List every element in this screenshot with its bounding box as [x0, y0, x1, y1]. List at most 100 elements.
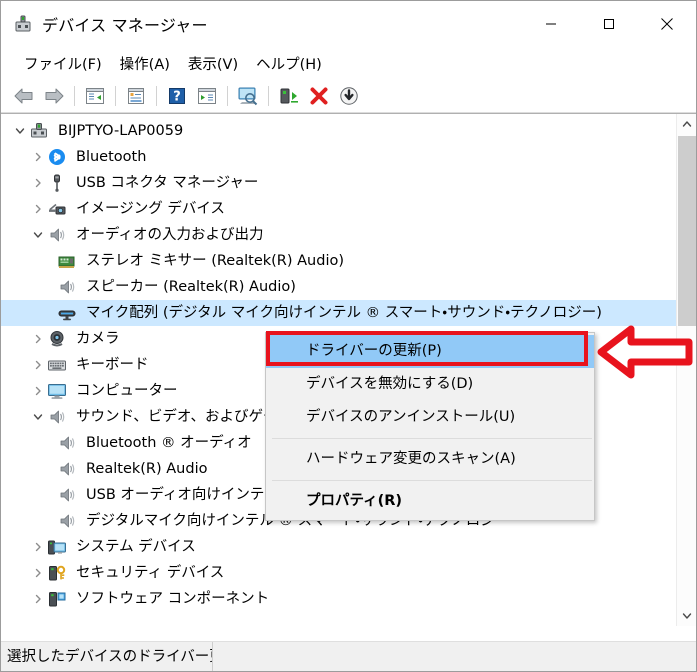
- context-menu-separator: [272, 480, 592, 481]
- ctx-disable-device[interactable]: デバイスを無効にする(D): [266, 368, 594, 401]
- back-icon[interactable]: [9, 82, 39, 110]
- chevron-right-icon[interactable]: [29, 196, 47, 222]
- chevron-right-icon[interactable]: [29, 144, 47, 170]
- ctx-properties[interactable]: プロパティ(R): [266, 485, 594, 518]
- tree-row-usb-connector-manager[interactable]: USB コネクタ マネージャー: [1, 170, 676, 196]
- tree-row-label: Realtek(R) Audio: [86, 461, 208, 477]
- imaging-device-icon: [47, 199, 67, 219]
- monitor-icon: [47, 381, 67, 401]
- tree-row-label: Bluetooth ® オーディオ: [86, 435, 252, 451]
- menu-view[interactable]: 表示(V): [179, 50, 247, 77]
- system-device-icon: [47, 537, 67, 557]
- computer-root-icon: [29, 121, 49, 141]
- chevron-down-icon[interactable]: [29, 222, 47, 248]
- chevron-right-icon[interactable]: [29, 560, 47, 586]
- toolbar-separator: [227, 85, 228, 106]
- disable-device-icon[interactable]: [334, 82, 364, 110]
- svg-text:?: ?: [173, 89, 181, 104]
- tree-row-label: マイク配列 (デジタル マイク向けインテル ® スマート・サウンド・テクノロジー…: [84, 301, 604, 325]
- title-bar: デバイス マネージャー: [1, 1, 696, 47]
- tree-row-security-devices[interactable]: セキュリティ デバイス: [1, 560, 676, 586]
- menu-help[interactable]: ヘルプ(H): [247, 50, 331, 77]
- tree-row-audio-inputs-outputs[interactable]: オーディオの入力および出力: [1, 222, 676, 248]
- tree-row-bluetooth[interactable]: Bluetooth: [1, 144, 676, 170]
- tree-row-label: イメージング デバイス: [76, 201, 225, 217]
- tree-row-label: キーボード: [76, 357, 149, 373]
- chevron-right-icon[interactable]: [29, 378, 47, 404]
- menu-bar: ファイル(F) 操作(A) 表示(V) ヘルプ(H): [1, 47, 696, 79]
- status-bar: 選択したデバイスのドライバー更: [1, 641, 696, 671]
- context-menu-separator: [272, 438, 592, 439]
- speaker-icon: [57, 511, 77, 531]
- tree-row-label: Bluetooth: [76, 149, 147, 165]
- chevron-down-icon[interactable]: [11, 118, 29, 144]
- tree-row-system-devices[interactable]: システム デバイス: [1, 534, 676, 560]
- ctx-scan-hardware-changes[interactable]: ハードウェア変更のスキャン(A): [266, 443, 594, 476]
- tree-row-label: スピーカー (Realtek(R) Audio): [86, 279, 296, 295]
- camera-icon: [47, 329, 67, 349]
- chevron-right-icon[interactable]: [29, 352, 47, 378]
- software-component-icon: [47, 589, 67, 609]
- ctx-update-driver[interactable]: ドライバーの更新(P): [266, 335, 594, 368]
- chevron-right-icon[interactable]: [29, 170, 47, 196]
- audio-card-icon: [57, 251, 77, 271]
- tree-row-stereo-mixer[interactable]: ステレオ ミキサー (Realtek(R) Audio): [1, 248, 676, 274]
- minimize-button[interactable]: [522, 1, 580, 47]
- speaker-icon: [47, 225, 67, 245]
- tree-row-software-components[interactable]: ソフトウェア コンポーネント: [1, 586, 676, 612]
- tree-row-imaging-devices[interactable]: イメージング デバイス: [1, 196, 676, 222]
- chevron-right-icon[interactable]: [29, 586, 47, 612]
- help-icon[interactable]: ?: [162, 82, 192, 110]
- speaker-icon: [47, 407, 67, 427]
- forward-icon[interactable]: [39, 82, 69, 110]
- chevron-right-icon[interactable]: [29, 534, 47, 560]
- tree-row-label: オーディオの入力および出力: [76, 227, 264, 243]
- menu-action[interactable]: 操作(A): [111, 50, 179, 77]
- tree-row-speaker-realtek[interactable]: スピーカー (Realtek(R) Audio): [1, 274, 676, 300]
- properties-icon[interactable]: [121, 82, 151, 110]
- close-button[interactable]: [638, 1, 696, 47]
- scroll-up-arrow-icon[interactable]: [677, 114, 696, 134]
- window-title: デバイス マネージャー: [42, 16, 208, 35]
- tree-row-microphone-array[interactable]: マイク配列 (デジタル マイク向けインテル ® スマート・サウンド・テクノロジー…: [1, 300, 676, 326]
- microphone-array-icon: [57, 303, 77, 323]
- scan-hardware-changes-icon[interactable]: [233, 82, 263, 110]
- toolbar: ?: [1, 79, 696, 113]
- security-device-icon: [47, 563, 67, 583]
- device-manager-window: デバイス マネージャー ファイル(F) 操作(A) 表示(V) ヘルプ(H) ?…: [0, 0, 697, 672]
- tree-row-label: ステレオ ミキサー (Realtek(R) Audio): [86, 253, 345, 269]
- tree-row-label: カメラ: [76, 331, 120, 347]
- show-hide-action-pane-icon[interactable]: [192, 82, 222, 110]
- show-hide-console-tree-icon[interactable]: [80, 82, 110, 110]
- bluetooth-icon: [47, 147, 67, 167]
- speaker-icon: [57, 485, 77, 505]
- toolbar-separator: [74, 85, 75, 106]
- speaker-icon: [57, 277, 77, 297]
- tree-row-label: BIJPTYO-LAP0059: [58, 123, 184, 139]
- chevron-right-icon[interactable]: [29, 326, 47, 352]
- uninstall-device-icon[interactable]: [304, 82, 334, 110]
- status-text: 選択したデバイスのドライバー更: [1, 641, 213, 671]
- maximize-button[interactable]: [580, 1, 638, 47]
- menu-file[interactable]: ファイル(F): [15, 50, 111, 77]
- update-driver-icon[interactable]: [274, 82, 304, 110]
- keyboard-icon: [47, 355, 67, 375]
- speaker-icon: [57, 459, 77, 479]
- toolbar-separator: [156, 85, 157, 106]
- device-manager-icon: [13, 14, 33, 34]
- context-menu[interactable]: ドライバーの更新(P) デバイスを無効にする(D) デバイスのアンインストール(…: [265, 332, 595, 521]
- tree-row-label: システム デバイス: [76, 539, 196, 555]
- scrollbar-thumb[interactable]: [678, 136, 696, 326]
- vertical-scrollbar[interactable]: [676, 114, 696, 626]
- tree-row-label: ソフトウェア コンポーネント: [76, 591, 270, 607]
- tree-row-label: USB コネクタ マネージャー: [76, 175, 259, 191]
- ctx-uninstall-device[interactable]: デバイスのアンインストール(U): [266, 401, 594, 434]
- toolbar-separator: [115, 85, 116, 106]
- tree-row-label: セキュリティ デバイス: [76, 565, 225, 581]
- usb-connector-icon: [47, 173, 67, 193]
- chevron-down-icon[interactable]: [29, 404, 47, 430]
- scroll-down-arrow-icon[interactable]: [677, 606, 696, 626]
- tree-row-root[interactable]: BIJPTYO-LAP0059: [1, 118, 676, 144]
- tree-row-label: コンピューター: [76, 383, 178, 399]
- window-controls: [522, 1, 696, 47]
